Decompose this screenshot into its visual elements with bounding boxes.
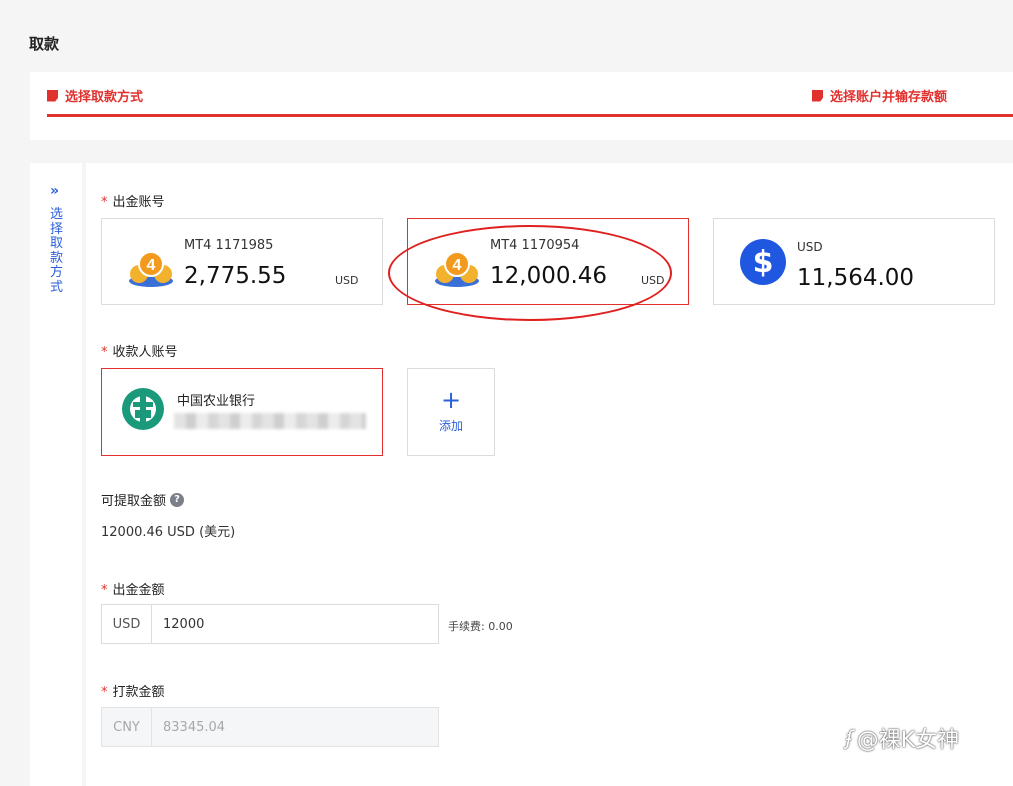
help-icon[interactable]: ?: [170, 492, 185, 507]
mt4-icon: 4: [129, 251, 173, 287]
account-name: MT4 1171985: [184, 238, 274, 253]
steps-progress-line: [47, 114, 1013, 117]
account-card-1170954[interactable]: 4 MT4 1170954 12,000.46 USD: [407, 218, 689, 305]
required-mark: *: [101, 345, 108, 360]
withdrawable-value: 12000.46 USD (美元): [101, 525, 236, 540]
required-mark: *: [101, 583, 108, 598]
sidebar-label[interactable]: 选择取款方式: [50, 207, 64, 295]
account-balance: 12,000.46: [490, 263, 608, 289]
svg-text:4: 4: [147, 257, 156, 274]
withdraw-account-label: * 出金账号: [101, 195, 165, 210]
abc-bank-icon: [122, 388, 164, 430]
account-currency: USD: [335, 274, 359, 287]
account-balance: 2,775.55: [184, 263, 287, 289]
plus-icon: +: [440, 386, 462, 414]
required-mark: *: [101, 685, 108, 700]
page-title: 取款: [29, 35, 60, 53]
pay-amount-input: [152, 708, 438, 746]
bank-account-number-redacted: [174, 413, 366, 429]
step-select-method[interactable]: 选择取款方式: [47, 86, 143, 105]
currency-prefix: CNY: [102, 708, 152, 746]
zhihu-logo-icon: ʄ: [846, 726, 853, 750]
add-label: 添加: [438, 419, 463, 433]
mt4-icon: 4: [435, 251, 479, 287]
payee-account-label: * 收款人账号: [101, 345, 178, 360]
step-flag-icon: [812, 89, 823, 102]
account-card-1171985[interactable]: 4 MT4 1171985 2,775.55 USD: [101, 218, 383, 305]
step-label: 选择账户并输存款额: [830, 90, 948, 105]
payee-bank-card[interactable]: 中国农业银行: [101, 368, 383, 456]
currency-prefix: USD: [102, 605, 152, 643]
steps-bar: 选择取款方式 选择账户并输存款额: [30, 72, 1013, 140]
watermark: ʄ @裸K女神: [846, 726, 960, 753]
withdraw-amount-label: * 出金金额: [101, 583, 165, 598]
withdrawable-label: 可提取金额 ?: [101, 490, 185, 509]
step-label: 选择取款方式: [65, 90, 144, 105]
account-name: MT4 1170954: [490, 238, 580, 253]
wallet-amount: 11,564.00: [797, 265, 915, 291]
svg-text:4: 4: [453, 257, 462, 274]
add-payee-button[interactable]: + 添加: [407, 368, 495, 456]
required-mark: *: [101, 195, 108, 210]
pay-amount-field: CNY: [101, 707, 439, 747]
dollar-icon: $: [740, 239, 786, 285]
account-currency: USD: [641, 274, 665, 287]
step-select-account[interactable]: 选择账户并输存款额: [812, 86, 947, 105]
step-flag-icon: [47, 89, 58, 102]
usd-wallet-card[interactable]: $ USD 11,564.00: [713, 218, 995, 305]
sidebar-panel: » 选择取款方式: [30, 163, 82, 786]
withdraw-amount-field[interactable]: USD: [101, 604, 439, 644]
fee-text: 手续费: 0.00: [448, 620, 513, 633]
bank-name: 中国农业银行: [177, 394, 256, 409]
pay-amount-label: * 打款金额: [101, 685, 165, 700]
withdraw-amount-input[interactable]: [152, 605, 438, 643]
double-chevron-right-icon[interactable]: »: [50, 183, 59, 199]
wallet-currency: USD: [797, 240, 823, 254]
